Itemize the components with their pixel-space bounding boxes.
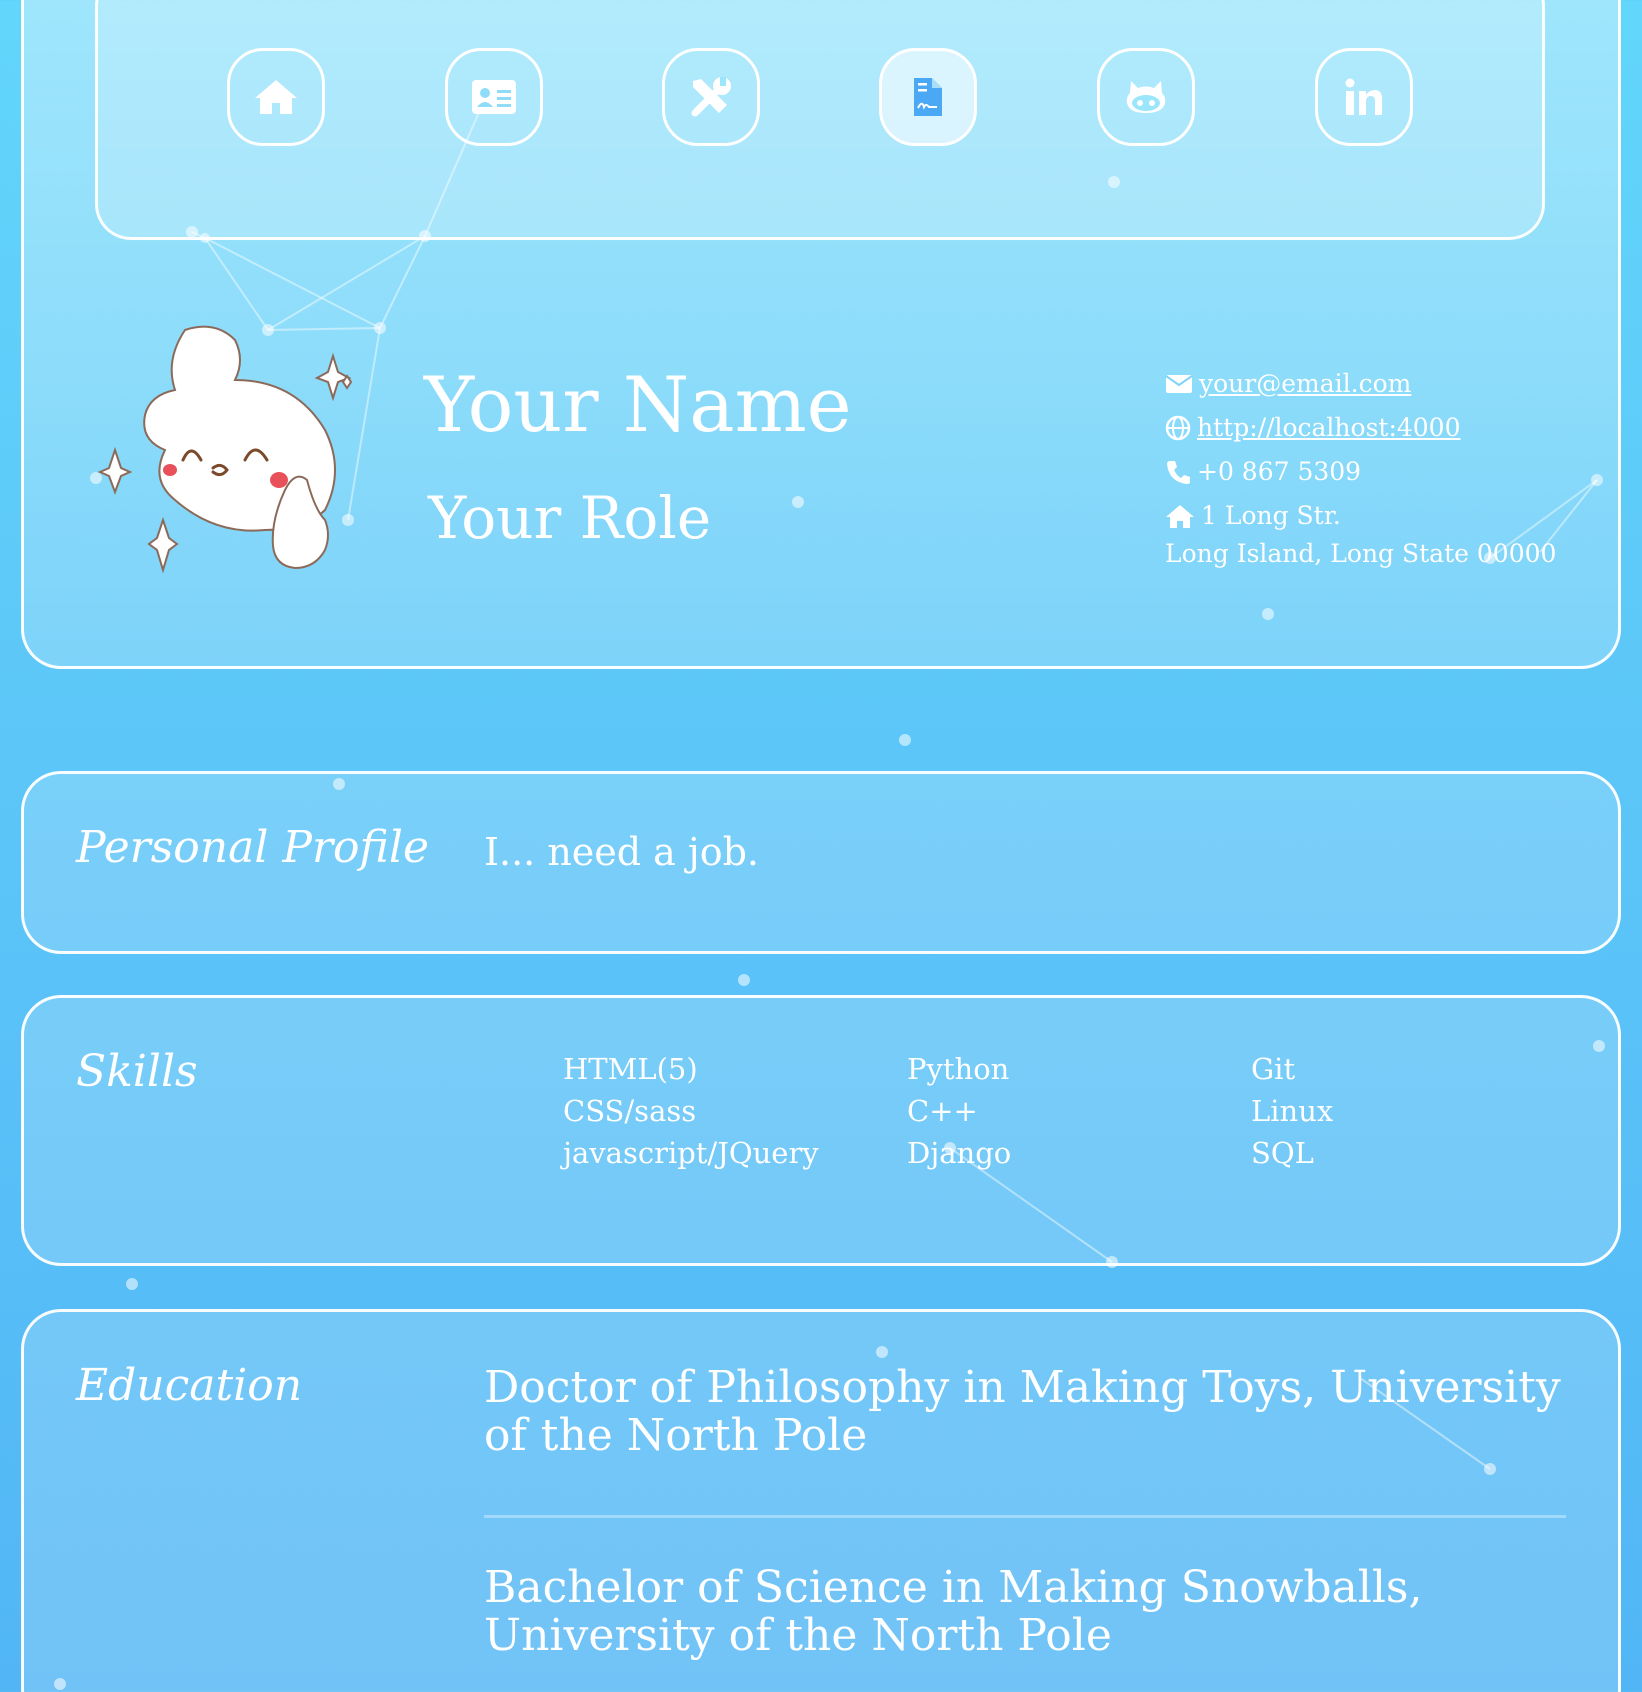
address-line1: 1 Long Str. (1201, 501, 1341, 530)
website-link[interactable]: http://localhost:4000 (1197, 412, 1461, 444)
profile-title: Personal Profile (76, 822, 429, 873)
contact-website: http://localhost:4000 (1165, 412, 1461, 444)
nav-projects-button[interactable] (662, 48, 760, 146)
avatar-illustration (97, 325, 353, 574)
contact-address: 1 Long Str. (1165, 500, 1341, 532)
person-role: Your Role (428, 484, 712, 552)
skills-title: Skills (76, 1046, 198, 1097)
linkedin-icon (1345, 78, 1382, 115)
skill-item: Django (907, 1136, 1012, 1170)
id-card-icon (472, 80, 516, 114)
skill-item: Linux (1251, 1094, 1334, 1128)
education-item: Doctor of Philosophy in Making Toys, Uni… (484, 1362, 1561, 1461)
nav-home-button[interactable] (227, 48, 325, 146)
globe-icon (1165, 415, 1191, 441)
envelope-icon (1165, 375, 1193, 393)
home-icon (255, 80, 297, 114)
education-item: Bachelor of Science in Making Snowballs,… (484, 1562, 1423, 1661)
nav-resume-button[interactable] (879, 48, 977, 146)
phone-number: +0 867 5309 (1197, 457, 1362, 486)
skill-item: Python (907, 1052, 1010, 1086)
skill-item: javascript/JQuery (563, 1136, 819, 1170)
nav-linkedin-button[interactable] (1315, 48, 1413, 146)
phone-icon (1167, 461, 1190, 484)
skill-item: SQL (1251, 1136, 1314, 1170)
skill-item: Git (1251, 1052, 1296, 1086)
skill-item: C++ (907, 1094, 978, 1128)
education-title: Education (76, 1360, 303, 1411)
github-icon (1126, 81, 1166, 113)
profile-text: I... need a job. (484, 830, 759, 874)
tools-icon (691, 77, 731, 117)
address-line2: Long Island, Long State 00000 (1165, 539, 1557, 568)
skill-item: CSS/sass (563, 1094, 697, 1128)
home-icon (1166, 505, 1194, 528)
email-link[interactable]: your@email.com (1199, 368, 1411, 400)
contact-address-line2: Long Island, Long State 00000 (1165, 538, 1556, 570)
file-contract-icon (914, 78, 942, 116)
contact-phone: +0 867 5309 (1165, 456, 1361, 488)
skill-item: HTML(5) (563, 1052, 698, 1086)
person-name: Your Name (424, 360, 852, 449)
contact-email: your@email.com (1165, 368, 1411, 400)
skills-section (21, 995, 1621, 1266)
education-divider (484, 1515, 1566, 1518)
nav-github-button[interactable] (1097, 48, 1195, 146)
nav-about-button[interactable] (445, 48, 543, 146)
